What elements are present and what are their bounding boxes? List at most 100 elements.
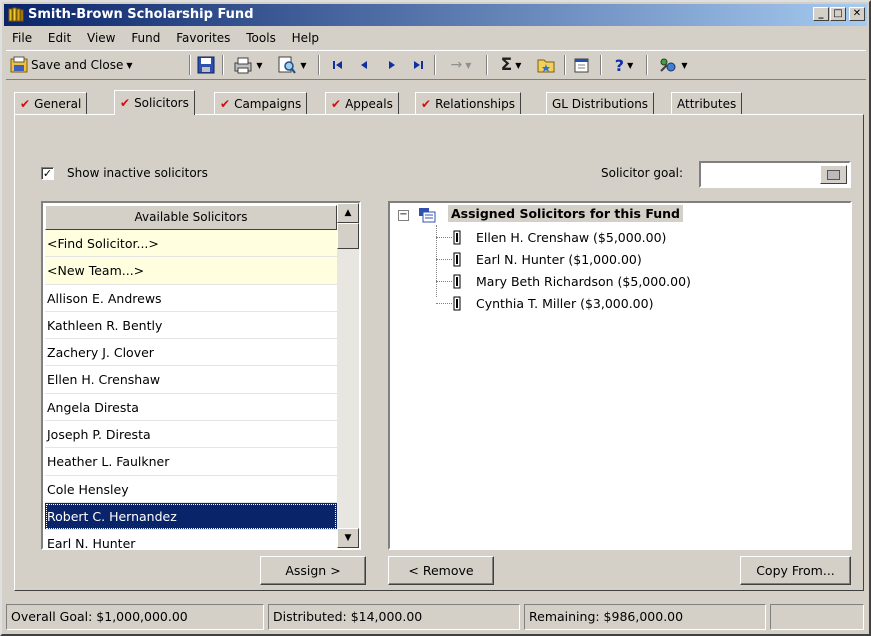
menu-edit[interactable]: Edit bbox=[42, 28, 77, 45]
last-record-button[interactable] bbox=[408, 54, 428, 76]
tools-icon bbox=[660, 58, 676, 72]
properties-icon bbox=[574, 58, 589, 73]
calculator-button[interactable] bbox=[820, 165, 847, 184]
assigned-solicitors-tree: − Assigned Solicitors for this Fund Elle… bbox=[388, 201, 852, 550]
list-item[interactable]: Heather L. Faulkner bbox=[45, 448, 337, 476]
chevron-down-icon[interactable]: ▼ bbox=[465, 61, 471, 70]
assigned-solicitor-label: Cynthia T. Miller ($3,000.00) bbox=[476, 296, 654, 311]
collapse-icon[interactable]: − bbox=[398, 210, 409, 221]
show-inactive-checkbox[interactable]: ✓ bbox=[41, 167, 54, 180]
tree-node[interactable]: Earl N. Hunter ($1,000.00) bbox=[436, 249, 836, 271]
tab-label: Campaigns bbox=[234, 96, 302, 111]
list-scrollbar[interactable]: ▲ ▼ bbox=[337, 203, 359, 548]
tab-solicitors[interactable]: ✔ Solicitors bbox=[114, 90, 195, 115]
list-item[interactable]: Angela Diresta bbox=[45, 394, 337, 422]
tab-label: Attributes bbox=[677, 96, 737, 111]
assigned-solicitor-label: Mary Beth Richardson ($5,000.00) bbox=[476, 274, 691, 289]
check-mark-icon: ✔ bbox=[421, 96, 432, 111]
tree-node[interactable]: Cynthia T. Miller ($3,000.00) bbox=[436, 293, 836, 315]
check-mark-icon: ✔ bbox=[20, 96, 31, 111]
sum-icon: Σ bbox=[500, 55, 513, 75]
menu-view[interactable]: View bbox=[81, 28, 121, 45]
chevron-down-icon[interactable]: ▼ bbox=[681, 61, 687, 70]
scroll-thumb[interactable] bbox=[337, 223, 359, 249]
remove-button[interactable]: < Remove bbox=[388, 556, 494, 585]
title-bar[interactable]: Smith-Brown Scholarship Fund _ □ ✕ bbox=[4, 4, 867, 26]
status-bar: Overall Goal: $1,000,000.00 Distributed:… bbox=[6, 604, 866, 630]
print-preview-button[interactable]: ▼ bbox=[270, 54, 314, 76]
assign-button[interactable]: Assign > bbox=[260, 556, 366, 585]
tab-label: General bbox=[34, 96, 82, 111]
menu-file[interactable]: File bbox=[6, 28, 38, 45]
solicitor-goal-label: Solicitor goal: bbox=[601, 166, 684, 180]
print-icon bbox=[234, 57, 252, 74]
list-item-new-team[interactable]: <New Team...> bbox=[45, 257, 337, 285]
chevron-down-icon[interactable]: ▼ bbox=[627, 61, 633, 70]
save-and-close-button[interactable]: Save and Close ▼ bbox=[10, 54, 186, 76]
distributed-status: Distributed: $14,000.00 bbox=[268, 604, 520, 630]
tools-button[interactable]: ▼ bbox=[652, 54, 694, 76]
assigned-root-label[interactable]: Assigned Solicitors for this Fund bbox=[448, 205, 683, 222]
chevron-down-icon[interactable]: ▼ bbox=[515, 61, 521, 70]
minimize-button[interactable]: _ bbox=[813, 7, 829, 21]
list-item[interactable]: Zachery J. Clover bbox=[45, 339, 337, 367]
status-extra bbox=[770, 604, 864, 630]
tab-label: Relationships bbox=[435, 96, 515, 111]
previous-record-icon bbox=[361, 61, 367, 69]
chevron-down-icon[interactable]: ▼ bbox=[256, 61, 262, 70]
menu-tools[interactable]: Tools bbox=[240, 28, 282, 45]
list-item[interactable]: Cole Hensley bbox=[45, 476, 337, 503]
copy-from-button[interactable]: Copy From... bbox=[740, 556, 851, 585]
print-button[interactable]: ▼ bbox=[228, 54, 268, 76]
check-mark-icon: ✔ bbox=[331, 96, 342, 111]
save-button[interactable] bbox=[194, 54, 218, 76]
previous-record-button[interactable] bbox=[354, 54, 374, 76]
close-button[interactable]: ✕ bbox=[849, 7, 865, 21]
maximize-button[interactable]: □ bbox=[830, 7, 846, 21]
menu-fund[interactable]: Fund bbox=[125, 28, 166, 45]
next-record-icon bbox=[389, 61, 395, 69]
tree-node[interactable]: Mary Beth Richardson ($5,000.00) bbox=[436, 271, 836, 293]
folder-button[interactable] bbox=[534, 54, 558, 76]
first-record-button[interactable] bbox=[328, 54, 348, 76]
list-item[interactable]: Joseph P. Diresta bbox=[45, 421, 337, 449]
tab-appeals[interactable]: ✔ Appeals bbox=[325, 92, 399, 114]
chevron-down-icon[interactable]: ▼ bbox=[300, 61, 306, 70]
tab-relationships[interactable]: ✔ Relationships bbox=[415, 92, 521, 114]
help-button[interactable]: ? ▼ bbox=[606, 54, 642, 76]
available-solicitors-header[interactable]: Available Solicitors bbox=[45, 205, 337, 230]
tab-attributes[interactable]: Attributes bbox=[671, 92, 743, 114]
assigned-solicitor-label: Earl N. Hunter ($1,000.00) bbox=[476, 252, 642, 267]
assigned-solicitor-label: Ellen H. Crenshaw ($5,000.00) bbox=[476, 230, 667, 245]
tree-node[interactable]: Ellen H. Crenshaw ($5,000.00) bbox=[436, 227, 836, 249]
save-close-icon bbox=[10, 56, 28, 73]
remaining-status: Remaining: $986,000.00 bbox=[524, 604, 766, 630]
scroll-down-icon[interactable]: ▼ bbox=[337, 528, 359, 548]
chevron-down-icon[interactable]: ▼ bbox=[126, 61, 132, 70]
properties-button[interactable] bbox=[570, 54, 594, 76]
sum-button[interactable]: Σ ▼ bbox=[492, 54, 530, 76]
list-item[interactable]: Kathleen R. Bently bbox=[45, 312, 337, 340]
solicitor-icon bbox=[453, 252, 461, 267]
show-inactive-label: Show inactive solicitors bbox=[67, 166, 208, 180]
solicitor-icon bbox=[453, 274, 461, 289]
go-to-button[interactable]: → ▼ bbox=[440, 54, 482, 76]
tab-general[interactable]: ✔ General bbox=[14, 92, 88, 114]
go-to-icon: → bbox=[450, 57, 463, 73]
list-item[interactable]: Ellen H. Crenshaw bbox=[45, 366, 337, 394]
help-icon: ? bbox=[614, 55, 625, 75]
check-mark-icon: ✔ bbox=[120, 96, 131, 110]
list-item-selected[interactable]: Robert C. Hernandez bbox=[45, 502, 337, 531]
window-title: Smith-Brown Scholarship Fund bbox=[28, 7, 254, 22]
tab-label: GL Distributions bbox=[552, 96, 649, 111]
menu-favorites[interactable]: Favorites bbox=[170, 28, 236, 45]
scroll-up-icon[interactable]: ▲ bbox=[337, 203, 359, 223]
last-record-icon bbox=[414, 61, 423, 69]
tab-gl-distributions[interactable]: GL Distributions bbox=[546, 92, 655, 114]
list-item[interactable]: Earl N. Hunter bbox=[45, 530, 337, 548]
list-item[interactable]: Allison E. Andrews bbox=[45, 285, 337, 312]
menu-help[interactable]: Help bbox=[286, 28, 325, 45]
next-record-button[interactable] bbox=[382, 54, 402, 76]
list-item-find-solicitor[interactable]: <Find Solicitor...> bbox=[45, 230, 337, 258]
tab-campaigns[interactable]: ✔ Campaigns bbox=[214, 92, 308, 114]
